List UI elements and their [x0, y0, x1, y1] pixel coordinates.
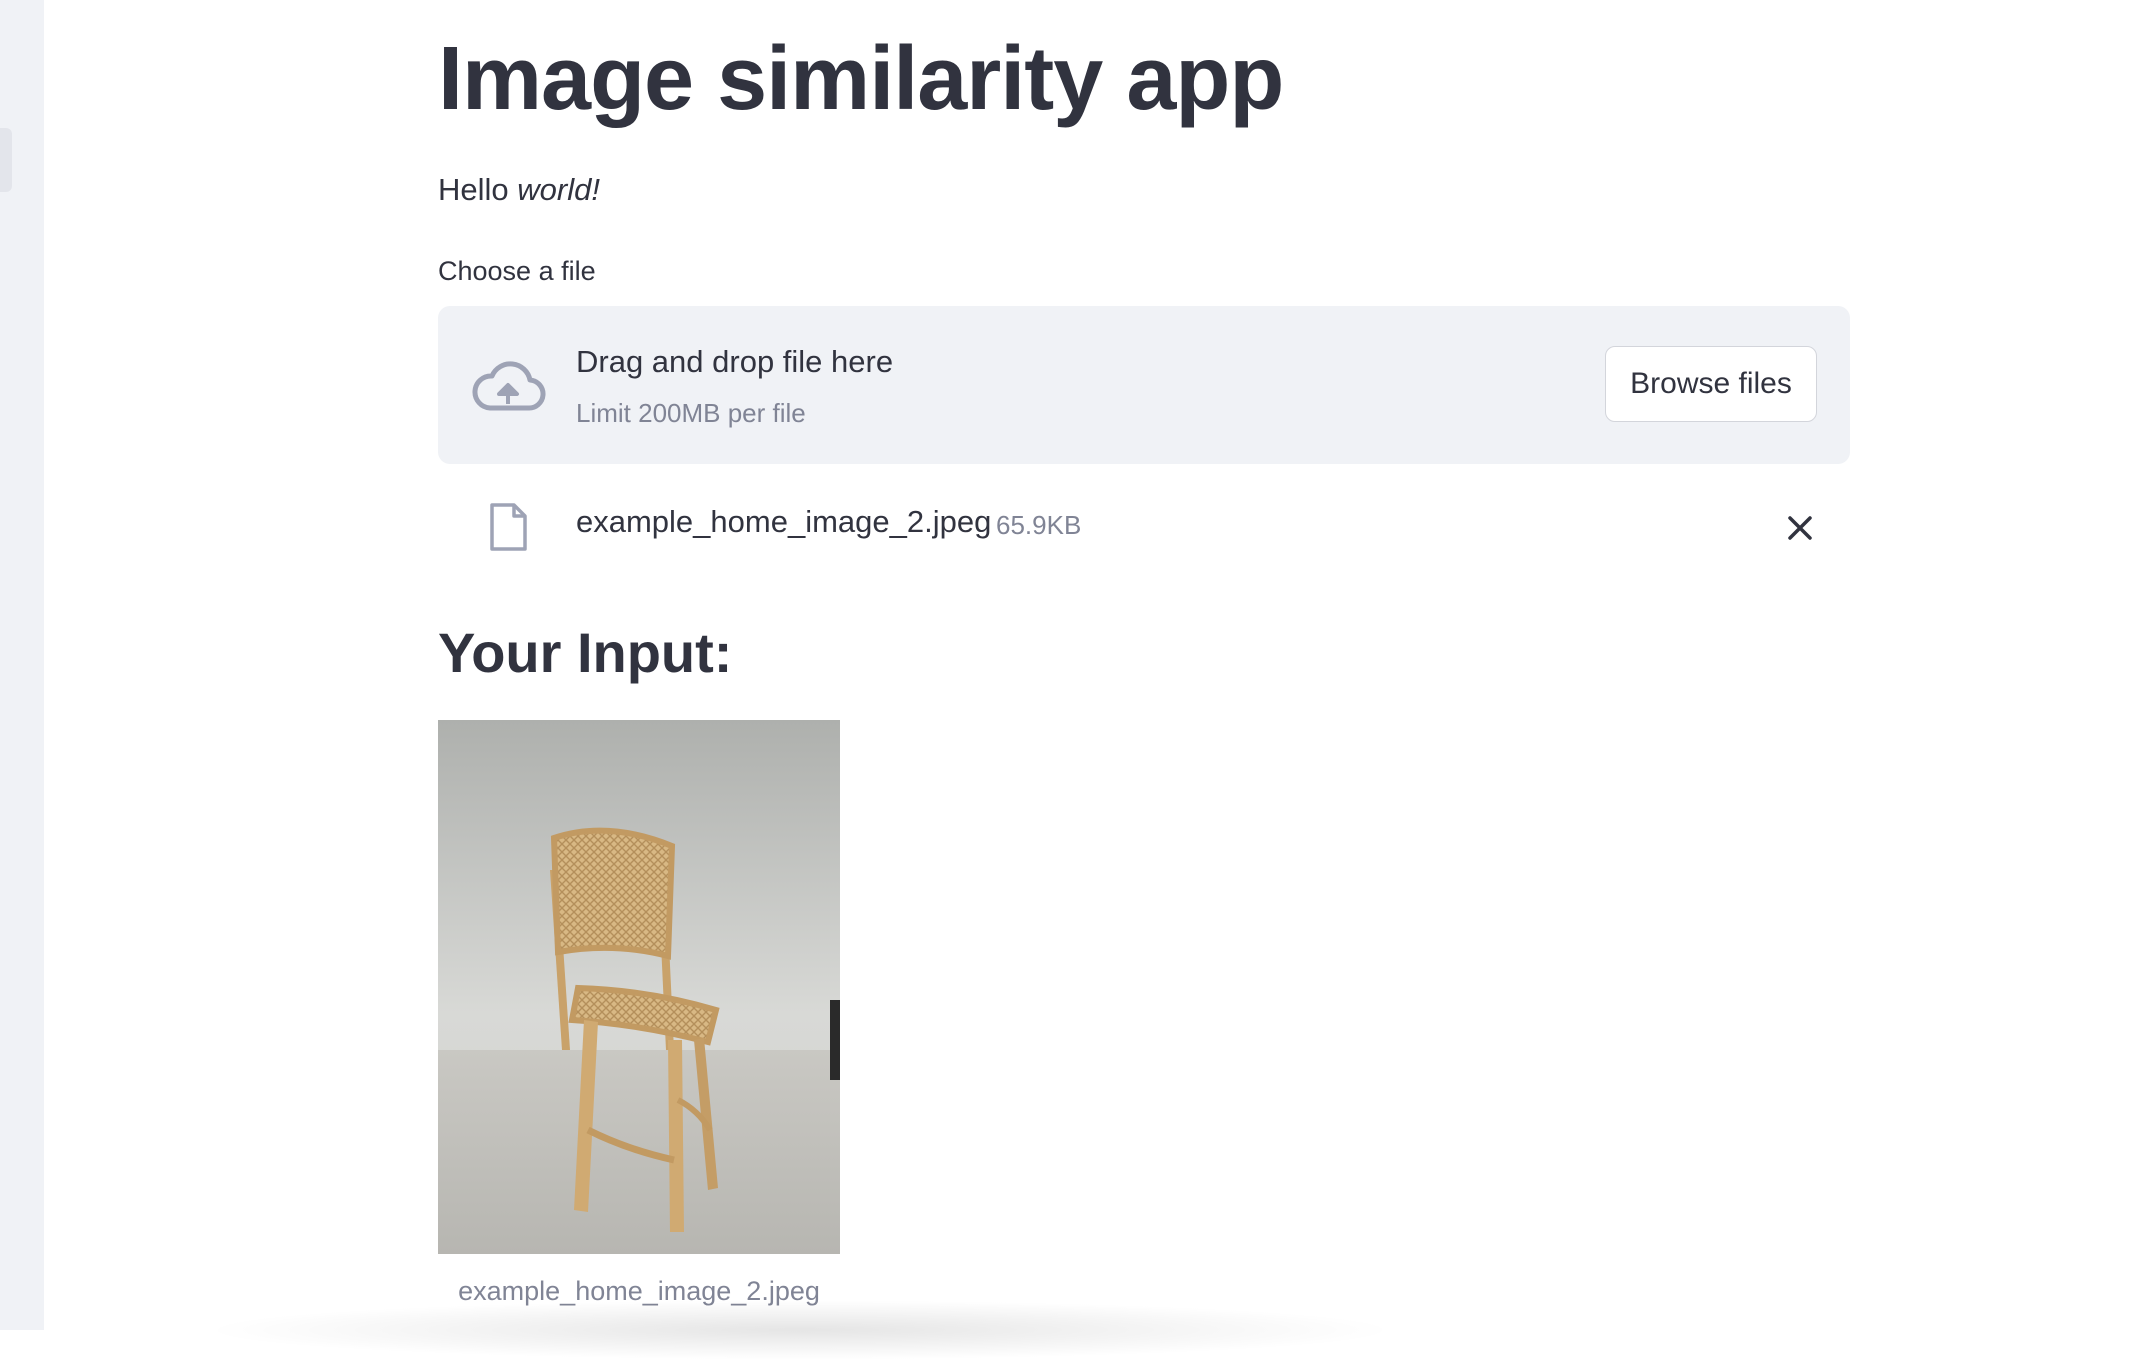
close-icon[interactable] [1780, 508, 1820, 548]
sidebar-expand-handle[interactable] [0, 128, 12, 192]
chair-photo [438, 720, 840, 1254]
input-image [438, 720, 840, 1254]
input-heading: Your Input: [438, 621, 733, 684]
browse-files-button[interactable]: Browse files [1605, 346, 1817, 422]
uploaded-file-name: example_home_image_2.jpeg [576, 504, 992, 539]
bottom-fade [200, 1300, 1400, 1360]
greeting-emphasis: world! [517, 172, 600, 207]
cloud-upload-icon [472, 361, 546, 411]
page-title: Image similarity app [438, 29, 1284, 129]
uploaded-file-size: 65.9KB [996, 510, 1082, 540]
dropzone-instructions: Drag and drop file here [576, 344, 894, 379]
file-icon [490, 503, 527, 551]
file-dropzone[interactable]: Drag and drop file here Limit 200MB per … [438, 306, 1850, 464]
uploaded-file-item: example_home_image_2.jpeg 65.9KB [438, 490, 1850, 560]
file-uploader-label: Choose a file [438, 256, 596, 286]
dropzone-limit: Limit 200MB per file [576, 398, 806, 428]
greeting-prefix: Hello [438, 172, 509, 207]
greeting-text: Hello world! [438, 172, 600, 208]
sidebar-collapsed [0, 0, 44, 1330]
